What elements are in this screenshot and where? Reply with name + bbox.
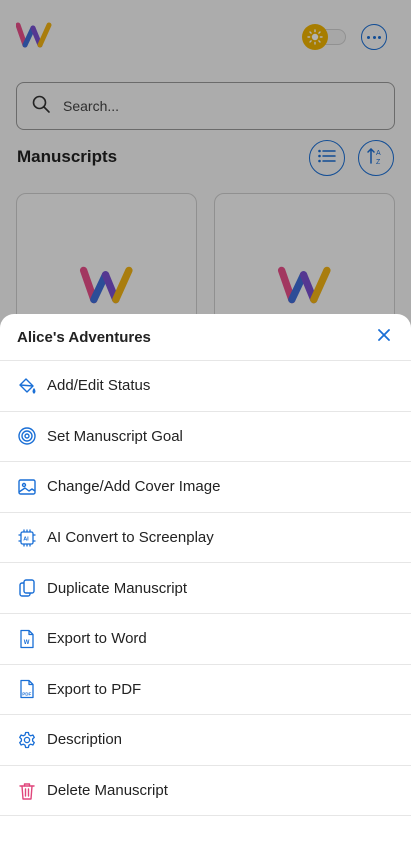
menu-item-set-goal[interactable]: Set Manuscript Goal: [0, 412, 411, 463]
menu-item-label: Export to PDF: [47, 680, 142, 698]
close-icon: [377, 328, 391, 347]
menu-item-add-edit-status[interactable]: Add/Edit Status: [0, 361, 411, 412]
menu-item-duplicate[interactable]: Duplicate Manuscript: [0, 563, 411, 614]
sheet-header: Alice's Adventures: [0, 314, 411, 361]
menu-item-label: Duplicate Manuscript: [47, 579, 188, 597]
target-icon: [17, 426, 37, 446]
word-file-icon: W: [17, 629, 37, 649]
close-button[interactable]: [374, 327, 394, 347]
manuscript-options-sheet: Alice's Adventures Add/Edit Status Set M…: [0, 314, 411, 848]
menu-item-ai-convert[interactable]: AI AI Convert to Screenplay: [0, 513, 411, 564]
menu-item-export-word[interactable]: W Export to Word: [0, 614, 411, 665]
menu-item-label: Change/Add Cover Image: [47, 478, 221, 496]
trash-icon: [17, 781, 37, 801]
svg-text:PDF: PDF: [22, 692, 31, 697]
ai-chip-icon: AI: [17, 528, 37, 548]
menu-item-label: AI Convert to Screenplay: [47, 529, 214, 547]
paint-bucket-icon: [17, 376, 37, 396]
menu-item-label: Description: [47, 731, 123, 749]
menu-item-label: Delete Manuscript: [47, 782, 168, 800]
menu-item-cover-image[interactable]: Change/Add Cover Image: [0, 462, 411, 513]
menu-item-delete[interactable]: Delete Manuscript: [0, 766, 411, 817]
menu-item-export-pdf[interactable]: PDF Export to PDF: [0, 665, 411, 716]
menu-item-description[interactable]: Description: [0, 715, 411, 766]
gear-icon: [17, 730, 37, 750]
pdf-file-icon: PDF: [17, 679, 37, 699]
image-icon: [17, 477, 37, 497]
svg-text:W: W: [24, 640, 30, 646]
menu-item-label: Export to Word: [47, 630, 147, 648]
menu-item-label: Add/Edit Status: [47, 377, 151, 395]
menu-item-label: Set Manuscript Goal: [47, 427, 183, 445]
sheet-title: Alice's Adventures: [17, 328, 151, 346]
svg-text:AI: AI: [23, 536, 29, 542]
duplicate-icon: [17, 578, 37, 598]
app-screen: Manuscripts A Z: [0, 0, 411, 848]
